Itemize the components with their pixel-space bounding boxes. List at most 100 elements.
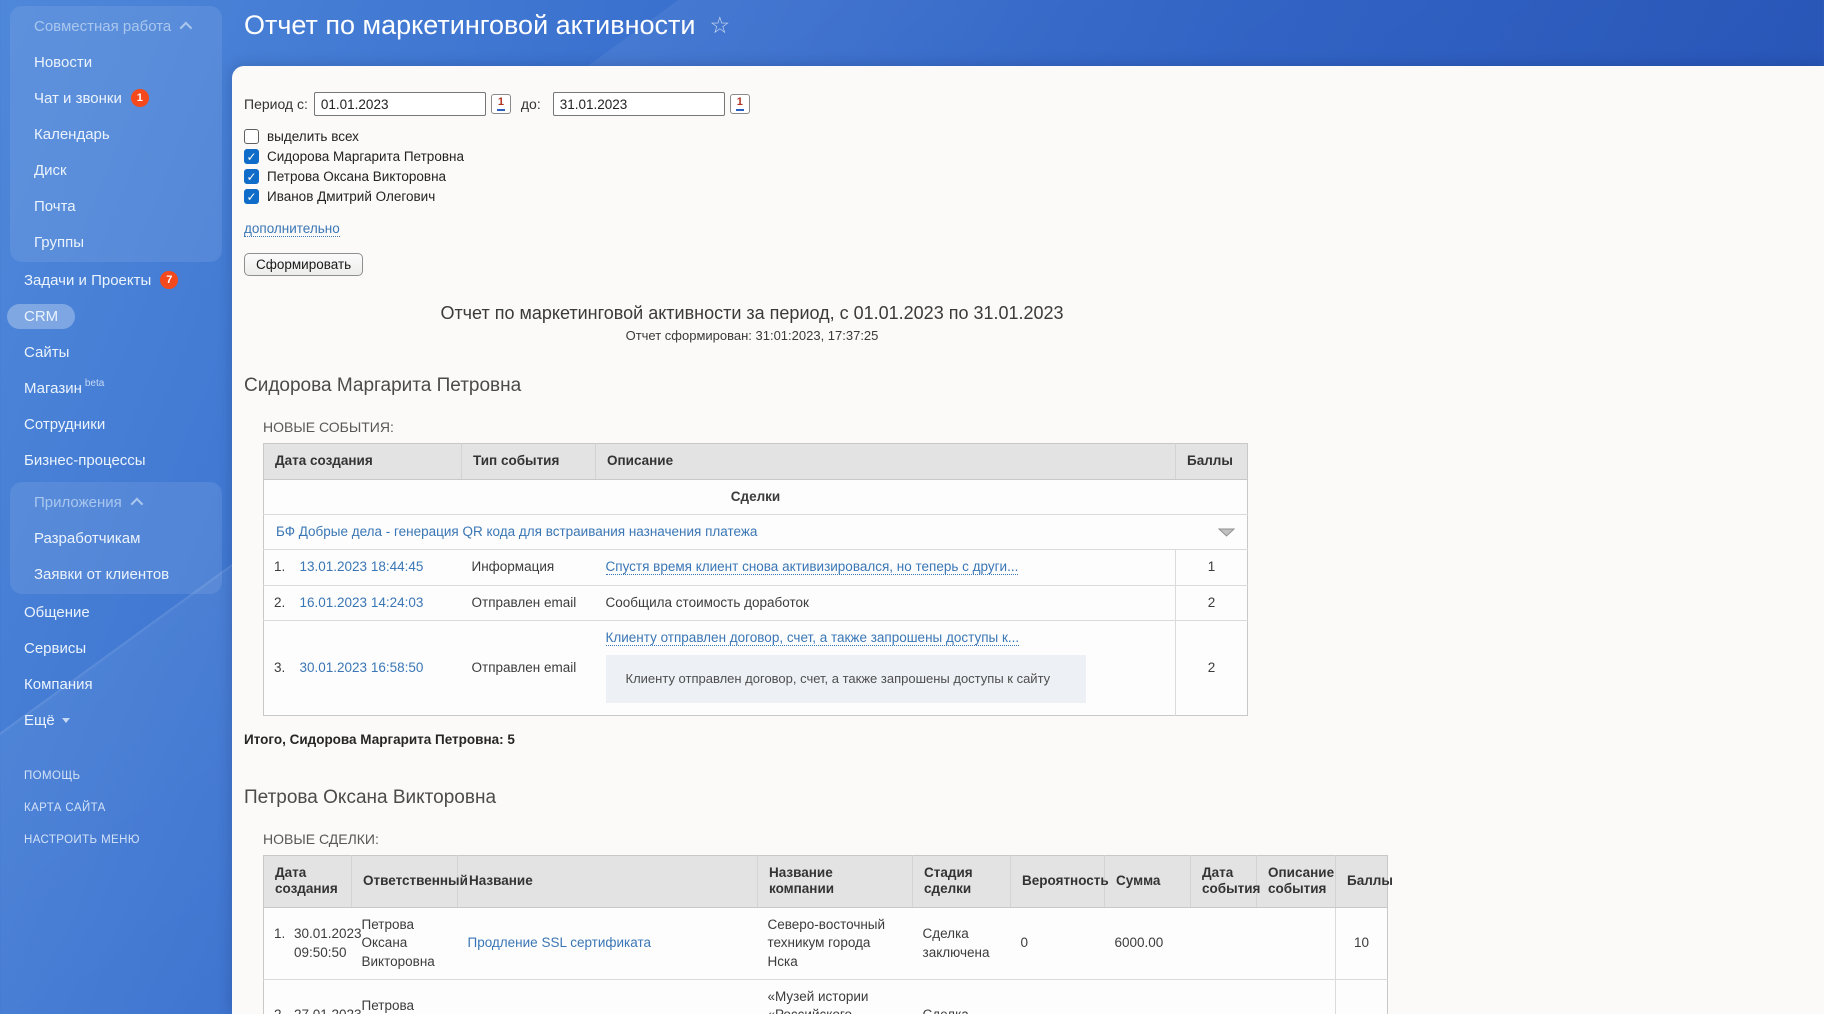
chevron-up-icon	[130, 497, 143, 510]
sidebar-item-more[interactable]: Ещё	[0, 702, 232, 738]
checkbox-label: Петрова Оксана Викторовна	[267, 169, 446, 184]
sidebar-item-client-requests[interactable]: Заявки от клиентов	[10, 556, 222, 592]
sidebar-item-label: Сервисы	[24, 640, 86, 657]
section-title-sidorova: Сидорова Маргарита Петровна	[244, 375, 1260, 397]
deal-sum: 6000.00	[1105, 908, 1191, 980]
sidebar-item-setup-menu[interactable]: НАСТРОИТЬ МЕНЮ	[0, 824, 232, 856]
events-table-header-row: Дата создания Тип события Описание Баллы	[264, 444, 1248, 480]
sidebar-section-label: Совместная работа	[34, 18, 171, 35]
event-description-link[interactable]: Спустя время клиент снова активизировалс…	[606, 559, 1019, 575]
favorite-star-icon[interactable]: ☆	[709, 14, 730, 37]
sidebar-section-apps[interactable]: Приложения	[10, 484, 222, 520]
column-header: Название	[458, 855, 758, 908]
sidebar-item-disk[interactable]: Диск	[10, 152, 222, 188]
deal-sum: 15900.00	[1105, 979, 1191, 1014]
checkbox-checked-icon[interactable]: ✓	[244, 149, 259, 164]
sidebar-item-sitemap[interactable]: КАРТА САЙТА	[0, 792, 232, 824]
sidebar-item-mail[interactable]: Почта	[10, 188, 222, 224]
report-body: Отчет по маркетинговой активности за пер…	[244, 303, 1260, 847]
calendar-to-button[interactable]: 1	[730, 94, 750, 114]
deal-link-row: БФ Добрые дела - генерация QR кода для в…	[264, 515, 1248, 550]
sidebar-item-label: Диск	[34, 162, 67, 179]
sidebar-item-label: КАРТА САЙТА	[24, 802, 106, 814]
deal-event-description	[1257, 908, 1336, 980]
column-header: Баллы	[1336, 855, 1388, 908]
column-header: Сумма	[1105, 855, 1191, 908]
event-row: 3. 30.01.2023 16:58:50 Отправлен email К…	[264, 620, 1248, 715]
deal-stage: Сделка заключена	[913, 908, 1011, 980]
sidebar: Совместная работа Новости Чат и звонки 1…	[0, 0, 232, 1014]
checkbox-icon[interactable]	[244, 129, 259, 144]
sidebar-item-label: ПОМОЩЬ	[24, 770, 80, 782]
column-header: Описание	[596, 444, 1176, 480]
expand-dropdown-icon[interactable]	[1218, 528, 1235, 537]
column-header: Вероятность	[1011, 855, 1105, 908]
deal-link[interactable]: БФ Добрые дела - генерация QR кода для в…	[276, 523, 757, 541]
deal-event-description	[1257, 979, 1336, 1014]
sidebar-item-label: Разработчикам	[34, 530, 140, 547]
sidebar-item-help[interactable]: ПОМОЩЬ	[0, 760, 232, 792]
deal-event-date	[1191, 908, 1257, 980]
column-header: Дата события	[1191, 855, 1257, 908]
deal-row: 2.27.01.2023 16:31:46 Петрова Оксана Вик…	[264, 979, 1388, 1014]
calendar-icon: 1	[497, 97, 505, 111]
sidebar-footer: ПОМОЩЬ КАРТА САЙТА НАСТРОИТЬ МЕНЮ	[0, 760, 232, 856]
sidebar-item-business-processes[interactable]: Бизнес-процессы	[0, 442, 232, 478]
checkbox-user-sidorova[interactable]: ✓ Сидорова Маргарита Петровна	[244, 147, 1824, 166]
date-to-input[interactable]	[553, 92, 725, 116]
event-row: 1. 13.01.2023 18:44:45 Информация Спустя…	[264, 550, 1248, 585]
checkbox-user-ivanov[interactable]: ✓ Иванов Дмитрий Олегович	[244, 187, 1824, 206]
section-subtitle-new-events: НОВЫЕ СОБЫТИЯ:	[263, 419, 1260, 435]
sidebar-item-label: Группы	[34, 234, 84, 251]
event-type: Отправлен email	[462, 620, 596, 715]
sidebar-item-sites[interactable]: Сайты	[0, 334, 232, 370]
event-date-link[interactable]: 13.01.2023 18:44:45	[300, 559, 424, 574]
event-score: 1	[1176, 550, 1248, 585]
period-to-label: до:	[521, 96, 541, 112]
table-group-row: Сделки	[264, 479, 1248, 514]
deal-company: «Музей истории «Российского историческог…	[758, 979, 913, 1014]
sidebar-item-calendar[interactable]: Календарь	[10, 116, 222, 152]
chat-counter-badge: 1	[131, 89, 149, 107]
event-description-link[interactable]: Клиенту отправлен договор, счет, а также…	[606, 630, 1020, 646]
sidebar-item-staff[interactable]: Сотрудники	[0, 406, 232, 442]
checkbox-select-all[interactable]: выделить всех	[244, 127, 1824, 146]
sidebar-group-apps: Приложения Разработчикам Заявки от клиен…	[10, 482, 222, 594]
sidebar-group-collaboration: Совместная работа Новости Чат и звонки 1…	[10, 6, 222, 262]
sidebar-item-shop[interactable]: Магазин beta	[0, 370, 232, 406]
page-title-bar: Отчет по маркетинговой активности ☆	[244, 10, 730, 41]
page-title: Отчет по маркетинговой активности	[244, 10, 695, 41]
section-title-petrova: Петрова Оксана Викторовна	[244, 787, 1260, 809]
sidebar-item-groups[interactable]: Группы	[10, 224, 222, 260]
sidebar-item-crm[interactable]: CRM	[0, 298, 232, 334]
sidebar-section-collaboration[interactable]: Совместная работа	[10, 8, 222, 44]
sidebar-item-label: Бизнес-процессы	[24, 452, 146, 469]
sidebar-item-label: Задачи и Проекты	[24, 272, 151, 289]
sidebar-item-label: Почта	[34, 198, 76, 215]
row-number: 2.	[274, 1006, 294, 1014]
generate-report-button[interactable]: Сформировать	[244, 253, 363, 276]
checkbox-checked-icon[interactable]: ✓	[244, 189, 259, 204]
checkbox-label: Сидорова Маргарита Петровна	[267, 149, 464, 164]
row-number: 3.	[264, 620, 290, 715]
deal-company: Северо-восточный техникум города Нска	[758, 908, 913, 980]
sidebar-item-services[interactable]: Сервисы	[0, 630, 232, 666]
checkbox-checked-icon[interactable]: ✓	[244, 169, 259, 184]
sidebar-item-developers[interactable]: Разработчикам	[10, 520, 222, 556]
tasks-counter-badge: 7	[160, 271, 178, 289]
calendar-from-button[interactable]: 1	[491, 94, 511, 114]
deal-name-link[interactable]: Продление SSL сертификата	[468, 935, 652, 950]
sidebar-item-news[interactable]: Новости	[10, 44, 222, 80]
event-date-link[interactable]: 30.01.2023 16:58:50	[300, 660, 424, 675]
deal-stage: Сделка заключена	[913, 979, 1011, 1014]
sidebar-item-tasks[interactable]: Задачи и Проекты 7	[0, 262, 232, 298]
checkbox-user-petrova[interactable]: ✓ Петрова Оксана Викторовна	[244, 167, 1824, 186]
event-date-link[interactable]: 16.01.2023 14:24:03	[300, 595, 424, 610]
sidebar-item-company[interactable]: Компания	[0, 666, 232, 702]
sidebar-item-chat[interactable]: Чат и звонки 1	[10, 80, 222, 116]
date-from-input[interactable]	[314, 92, 486, 116]
description-tooltip-box: Клиенту отправлен договор, счет, а также…	[606, 655, 1086, 703]
section-subtitle-new-deals: НОВЫЕ СДЕЛКИ:	[263, 831, 1260, 847]
sidebar-item-communication[interactable]: Общение	[0, 594, 232, 630]
additional-options-link[interactable]: дополнительно	[244, 221, 340, 237]
